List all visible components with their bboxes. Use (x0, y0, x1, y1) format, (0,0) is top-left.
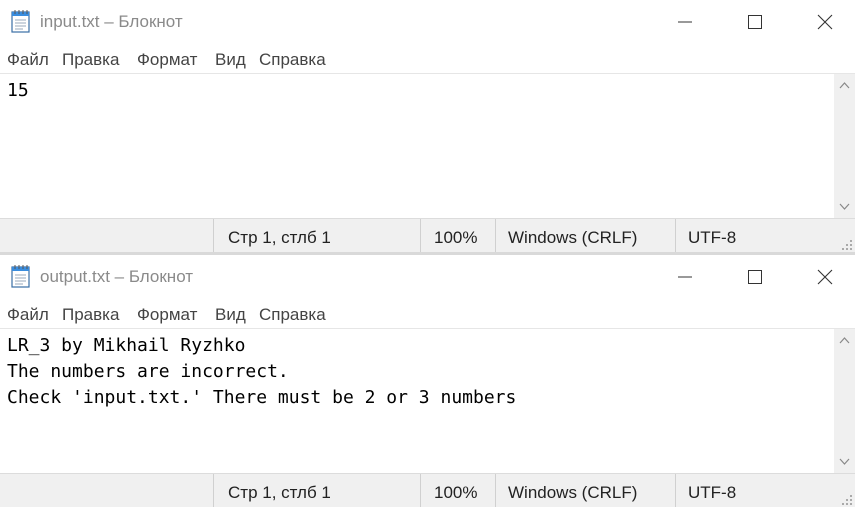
menu-view[interactable]: Вид (215, 50, 246, 70)
status-line-ending: Windows (CRLF) (508, 483, 638, 502)
maximize-button[interactable] (720, 255, 790, 299)
title-bar[interactable]: input.txt – Блокнот (0, 0, 855, 44)
status-line-ending-segment: Windows (CRLF) (495, 219, 675, 252)
status-position-segment: Стр 1, стлб 1 (213, 219, 420, 252)
status-position: Стр 1, стлб 1 (228, 228, 331, 247)
minimize-button[interactable] (650, 0, 720, 44)
text-editor[interactable]: LR_3 by Mikhail Ryzhko The numbers are i… (0, 329, 834, 473)
editor-content[interactable]: LR_3 by Mikhail Ryzhko The numbers are i… (7, 333, 516, 411)
maximize-icon (748, 15, 762, 29)
status-encoding-segment: UTF-8 (675, 219, 855, 252)
status-zoom-segment: 100% (420, 474, 495, 507)
status-position-segment: Стр 1, стлб 1 (213, 474, 420, 507)
menu-help[interactable]: Справка (259, 50, 326, 70)
close-button[interactable] (790, 255, 855, 299)
title-bar[interactable]: output.txt – Блокнот (0, 255, 855, 299)
close-icon (817, 269, 833, 285)
scroll-up-button[interactable] (834, 76, 855, 94)
maximize-icon (748, 270, 762, 284)
status-position: Стр 1, стлб 1 (228, 483, 331, 502)
status-bar: Стр 1, стлб 1 100% Windows (CRLF) UTF-8 (0, 218, 855, 252)
status-line-ending-segment: Windows (CRLF) (495, 474, 675, 507)
chevron-down-icon (839, 203, 850, 210)
notepad-icon (10, 9, 32, 33)
scroll-down-button[interactable] (834, 453, 855, 471)
minimize-icon (678, 276, 692, 278)
chevron-down-icon (839, 458, 850, 465)
editor-content[interactable]: 15 (7, 78, 29, 104)
window-title: output.txt – Блокнот (40, 267, 194, 286)
status-encoding-segment: UTF-8 (675, 474, 855, 507)
window-title: input.txt – Блокнот (40, 12, 183, 31)
status-line-ending: Windows (CRLF) (508, 228, 638, 247)
resize-grip-icon[interactable] (841, 239, 853, 251)
menu-edit[interactable]: Правка (62, 305, 119, 325)
menu-bar: Файл Правка Формат Вид Справка (0, 299, 855, 329)
notepad-window-output[interactable]: output.txt – Блокнот Файл Правка Формат … (0, 255, 855, 507)
status-zoom: 100% (434, 228, 478, 247)
menu-file[interactable]: Файл (7, 50, 49, 70)
status-encoding: UTF-8 (688, 228, 737, 247)
menu-bar: Файл Правка Формат Вид Справка (0, 44, 855, 74)
vertical-scrollbar[interactable] (834, 74, 855, 218)
close-icon (817, 14, 833, 30)
menu-view[interactable]: Вид (215, 305, 246, 325)
minimize-icon (678, 21, 692, 23)
menu-edit[interactable]: Правка (62, 50, 119, 70)
status-zoom-segment: 100% (420, 219, 495, 252)
resize-grip-icon[interactable] (841, 494, 853, 506)
scroll-up-button[interactable] (834, 331, 855, 349)
close-button[interactable] (790, 0, 855, 44)
menu-help[interactable]: Справка (259, 305, 326, 325)
menu-format[interactable]: Формат (137, 305, 197, 325)
chevron-up-icon (839, 337, 850, 344)
menu-format[interactable]: Формат (137, 50, 197, 70)
status-zoom: 100% (434, 483, 478, 502)
notepad-window-input[interactable]: input.txt – Блокнот Файл Правка Формат В… (0, 0, 855, 252)
text-editor[interactable]: 15 (0, 74, 834, 218)
chevron-up-icon (839, 82, 850, 89)
minimize-button[interactable] (650, 255, 720, 299)
maximize-button[interactable] (720, 0, 790, 44)
status-bar: Стр 1, стлб 1 100% Windows (CRLF) UTF-8 (0, 473, 855, 507)
vertical-scrollbar[interactable] (834, 329, 855, 473)
scroll-down-button[interactable] (834, 198, 855, 216)
menu-file[interactable]: Файл (7, 305, 49, 325)
status-encoding: UTF-8 (688, 483, 737, 502)
notepad-icon (10, 264, 32, 288)
